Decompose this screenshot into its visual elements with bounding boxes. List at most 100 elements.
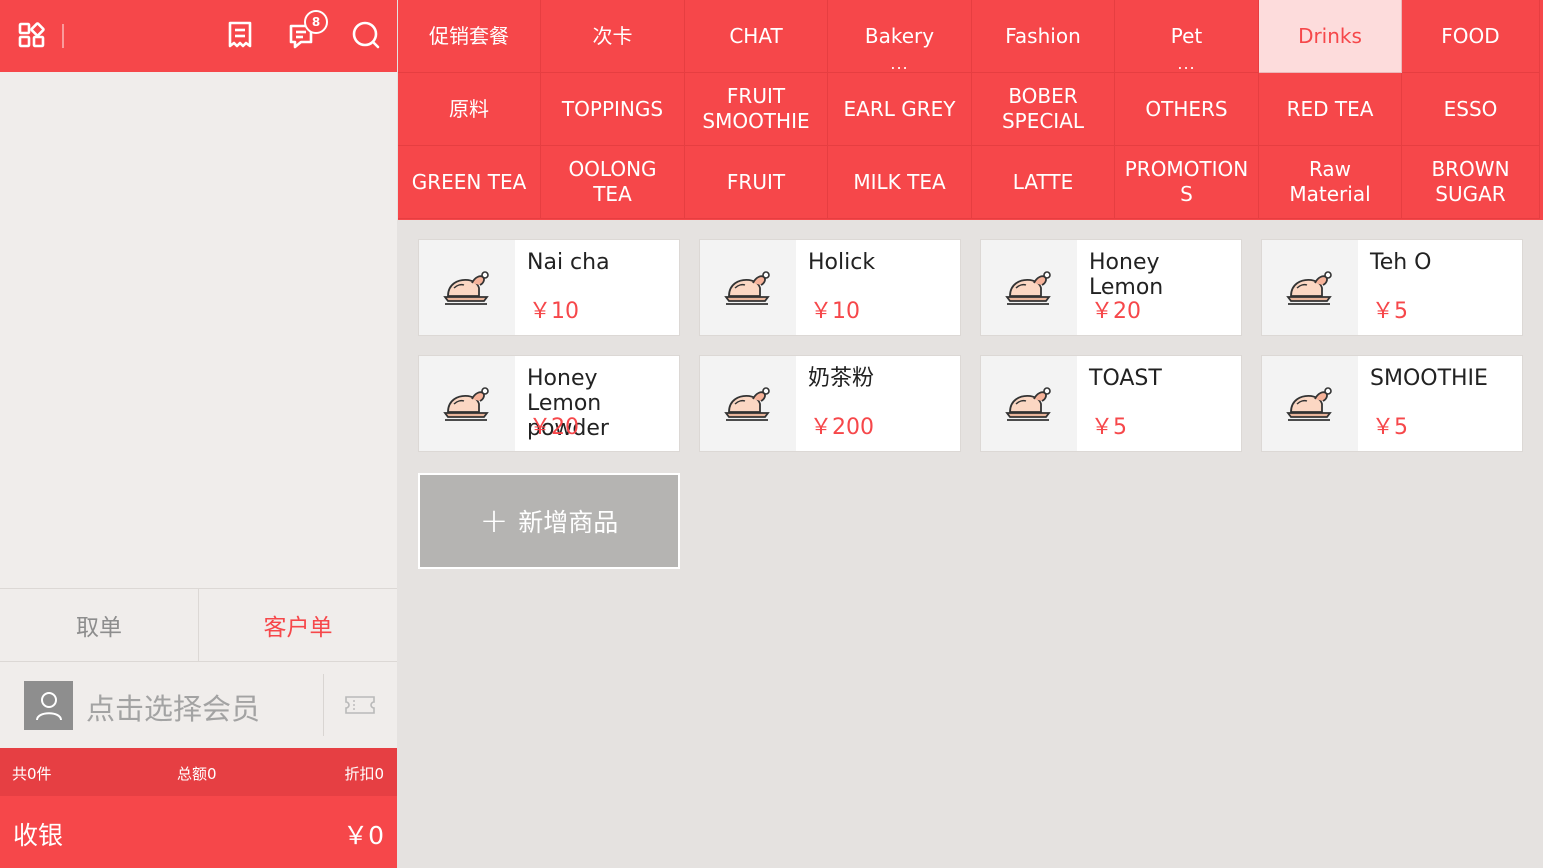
category-label: FOOD [1441,23,1500,48]
product-card[interactable]: 奶茶粉 ￥200 [699,355,961,452]
add-product-label: 新增商品 [518,508,619,537]
roast-chicken-icon [1286,386,1332,421]
add-product-button[interactable]: + 新增商品 [418,473,680,569]
category-label: OTHERS [1145,96,1228,121]
product-price: ￥10 [810,299,860,324]
category-tab[interactable]: Bakery... [828,0,972,73]
category-tab[interactable]: OTHERS [1115,73,1259,146]
roast-chicken-icon [443,270,489,305]
product-name: SMOOTHIE [1370,366,1488,391]
coupon-icon[interactable] [344,695,376,715]
category-tab[interactable]: Raw Material [1259,146,1402,219]
category-label: Pet [1170,23,1203,48]
product-price: ￥10 [529,299,579,324]
category-label: BROWN SUGAR [1431,157,1510,206]
category-tab[interactable]: LATTE [972,146,1115,219]
product-card[interactable]: TOAST ￥5 [980,355,1242,452]
category-label: 促销套餐 [429,23,509,48]
product-thumbnail [700,240,796,335]
category-tab[interactable]: PROMOTION S [1115,146,1259,219]
category-label: OOLONG TEA [568,157,657,206]
total-amount: 总额0 [177,765,217,783]
category-tab[interactable]: CHAT [685,0,828,73]
category-label: Drinks [1298,23,1362,48]
category-tab[interactable]: FRUIT [685,146,828,219]
category-tab[interactable]: RED TEA [1259,73,1402,146]
product-name: Nai cha [527,250,610,275]
category-tab[interactable]: BOBER SPECIAL [972,73,1115,146]
customer-order-button[interactable]: 客户单 [199,589,397,661]
category-tab[interactable]: Fashion [972,0,1115,73]
plus-icon: + [479,501,509,541]
left-topbar: 8 [0,0,397,72]
category-label: GREEN TEA [411,169,527,194]
product-thumbnail [981,240,1077,335]
category-tab[interactable]: 原料 [398,73,541,146]
category-tab[interactable]: OOLONG TEA [541,146,685,219]
category-tab[interactable]: Pet... [1115,0,1259,73]
category-label: BOBER SPECIAL [1001,84,1085,133]
category-tab[interactable]: 促销套餐 [398,0,541,73]
category-label: TOPPINGS [561,96,664,121]
category-tab[interactable]: EARL GREY [828,73,972,146]
more-dots-icon: ... [1177,54,1196,73]
product-thumbnail [700,356,796,451]
category-tab[interactable]: ESSO [1402,73,1540,146]
item-count: 共0件 [12,765,52,783]
order-panel: 8 取单 客户单 点击选择会员 共0件 总额0 折扣0 收银 ￥0 [0,0,397,868]
product-card[interactable]: Honey Lemon ￥20 [980,239,1242,336]
cancel-order-button[interactable]: 取单 [0,589,199,661]
category-label: FRUIT SMOOTHIE [702,84,810,133]
category-label: ESSO [1443,96,1498,121]
roast-chicken-icon [724,270,770,305]
product-price: ￥20 [1091,299,1141,324]
category-label: Fashion [1005,23,1081,48]
product-name: TOAST [1089,366,1162,391]
product-thumbnail [419,240,515,335]
product-card[interactable]: Nai cha ￥10 [418,239,680,336]
product-thumbnail [419,356,515,451]
roast-chicken-icon [1005,270,1051,305]
category-label: LATTE [1012,169,1074,194]
avatar [24,681,73,730]
product-price: ￥20 [529,415,579,440]
order-items-area [0,72,397,588]
category-tab[interactable]: FRUIT SMOOTHIE [685,73,828,146]
category-label: 原料 [449,96,489,121]
product-name: Holick [808,250,876,275]
category-tab[interactable]: 次卡 [541,0,685,73]
product-card[interactable]: Honey Lemon powder ￥20 [418,355,680,452]
category-label: FRUIT [726,169,786,194]
product-name: 奶茶粉 [808,366,875,391]
category-label: Raw Material [1289,157,1371,206]
category-label: 次卡 [592,23,633,48]
member-selector[interactable]: 点击选择会员 [0,662,397,748]
category-tab[interactable]: TOPPINGS [541,73,685,146]
category-tab[interactable]: Drinks [1259,0,1402,73]
product-price: ￥5 [1372,299,1408,324]
category-tab[interactable]: BROWN SUGAR [1402,146,1540,219]
product-card[interactable]: SMOOTHIE ￥5 [1261,355,1523,452]
user-icon [35,691,62,720]
product-thumbnail [981,356,1077,451]
category-label: MILK TEA [853,169,946,194]
category-tab[interactable]: GREEN TEA [398,146,541,219]
roast-chicken-icon [724,386,770,421]
member-placeholder[interactable]: 点击选择会员 [86,686,260,728]
product-card[interactable]: Teh O ￥5 [1261,239,1523,336]
order-summary: 共0件 总额0 折扣0 [0,748,397,796]
grid-menu-icon[interactable] [15,18,49,52]
category-tab[interactable]: FOOD [1402,0,1540,73]
message-count-badge: 8 [304,10,328,34]
checkout-amount: ￥0 [343,821,384,850]
search-icon[interactable] [349,18,383,52]
product-card[interactable]: Holick ￥10 [699,239,961,336]
product-thumbnail [1262,356,1358,451]
category-label: EARL GREY [843,96,956,121]
product-price: ￥5 [1372,415,1408,440]
category-label: PROMOTION S [1124,157,1249,206]
receipt-icon[interactable] [223,18,257,52]
category-tab[interactable]: MILK TEA [828,146,972,219]
product-price: ￥200 [810,415,874,440]
checkout-button[interactable]: 收银 ￥0 [0,796,397,868]
